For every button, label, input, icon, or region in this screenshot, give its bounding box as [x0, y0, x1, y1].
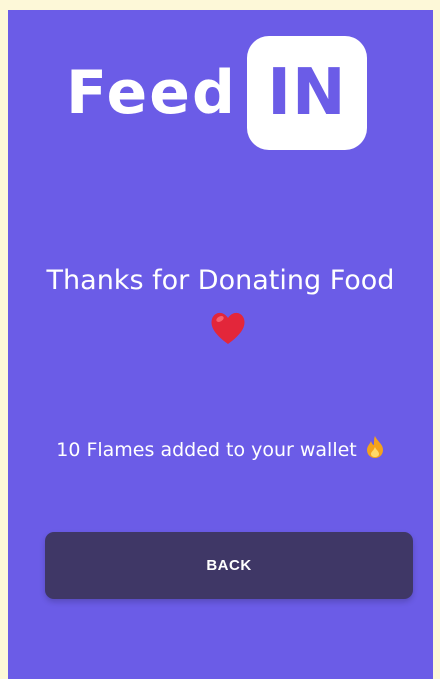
logo-in-box: IN [246, 36, 367, 150]
wallet-message-text: 10 Flames added to your wallet [56, 439, 357, 461]
app-screen: Feed IN Thanks for Donating Food 10 Flam… [8, 10, 433, 679]
logo-text-in: IN [267, 56, 347, 130]
thanks-message: Thanks for Donating Food [46, 265, 395, 296]
back-button[interactable]: BACK [45, 532, 413, 599]
flame-icon [366, 436, 383, 458]
heart-icon [211, 312, 245, 344]
back-button-label: BACK [206, 557, 252, 574]
logo-text-feed: Feed [66, 58, 237, 128]
wallet-message: 10 Flames added to your wallet [8, 435, 433, 463]
feedin-logo: Feed IN [66, 36, 367, 150]
